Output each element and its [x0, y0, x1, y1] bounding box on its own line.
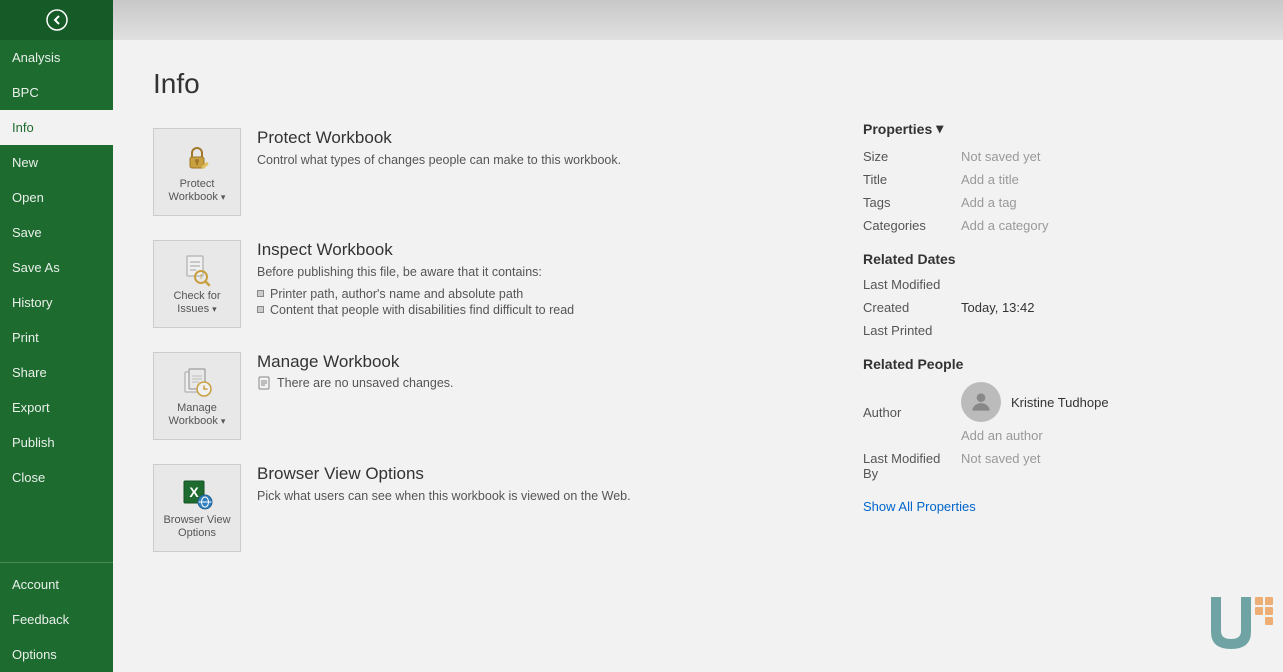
author-row: Kristine Tudhope	[961, 382, 1109, 422]
inspect-icon: !	[179, 252, 215, 288]
prop-size: Size Not saved yet	[863, 149, 1243, 164]
sidebar-item-save[interactable]: Save	[0, 215, 113, 250]
sidebar-item-publish[interactable]: Publish	[0, 425, 113, 460]
left-panel: ProtectWorkbook ▾ Protect Workbook Contr…	[153, 120, 823, 652]
related-people-header: Related People	[863, 356, 1243, 372]
bullet-1: Printer path, author's name and absolute…	[257, 286, 574, 302]
prop-last-modified-by: Last Modified By Not saved yet	[863, 451, 1243, 481]
browser-view-text: Browser View Options Pick what users can…	[257, 464, 631, 506]
sidebar-item-print[interactable]: Print	[0, 320, 113, 355]
sidebar-item-share[interactable]: Share	[0, 355, 113, 390]
prop-categories: Categories Add a category	[863, 218, 1243, 233]
inspect-workbook-card: ! Check forIssues ▾ Inspect Workbook Bef…	[153, 232, 823, 336]
protect-workbook-text: Protect Workbook Control what types of c…	[257, 128, 621, 170]
properties-dropdown-icon[interactable]: ▾	[936, 120, 943, 137]
add-author-link[interactable]: Add an author	[961, 428, 1109, 443]
manage-note: There are no unsaved changes.	[257, 376, 454, 390]
manage-icon-label: ManageWorkbook ▾	[169, 402, 226, 428]
title-field[interactable]: Add a title	[961, 172, 1019, 187]
page-title: Info	[153, 68, 1243, 100]
prop-author: Author Kristine Tudhope Add an author	[863, 382, 1243, 443]
author-name: Kristine Tudhope	[1011, 395, 1109, 410]
right-panel: Properties ▾ Size Not saved yet Title Ad…	[863, 120, 1243, 652]
manage-workbook-text: Manage Workbook There are no unsaved cha…	[257, 352, 454, 390]
browser-view-card: X Browser ViewOptions Browser View Optio…	[153, 456, 823, 560]
related-dates-header: Related Dates	[863, 251, 1243, 267]
protect-workbook-button[interactable]: ProtectWorkbook ▾	[153, 128, 241, 216]
prop-created: Created Today, 13:42	[863, 300, 1243, 315]
sidebar-item-bpc[interactable]: BPC	[0, 75, 113, 110]
inspect-bullets: Printer path, author's name and absolute…	[257, 286, 574, 318]
categories-field[interactable]: Add a category	[961, 218, 1048, 233]
bullet-2: Content that people with disabilities fi…	[257, 302, 574, 318]
show-all-properties-link[interactable]: Show All Properties	[863, 499, 976, 514]
author-avatar	[961, 382, 1001, 422]
page-header: Info	[113, 40, 1283, 120]
check-issues-button[interactable]: ! Check forIssues ▾	[153, 240, 241, 328]
sidebar-item-feedback[interactable]: Feedback	[0, 602, 113, 637]
sidebar-item-export[interactable]: Export	[0, 390, 113, 425]
svg-text:X: X	[189, 484, 199, 500]
manage-icon	[179, 364, 215, 400]
manage-workbook-card: ManageWorkbook ▾ Manage Workbook There a…	[153, 344, 823, 448]
sidebar-item-analysis[interactable]: Analysis	[0, 40, 113, 75]
content-area: ProtectWorkbook ▾ Protect Workbook Contr…	[113, 120, 1283, 672]
back-button[interactable]	[0, 0, 113, 40]
prop-tags: Tags Add a tag	[863, 195, 1243, 210]
prop-title: Title Add a title	[863, 172, 1243, 187]
document-small-icon	[257, 376, 271, 390]
tags-field[interactable]: Add a tag	[961, 195, 1017, 210]
browser-view-label: Browser ViewOptions	[163, 514, 230, 540]
browser-view-button[interactable]: X Browser ViewOptions	[153, 464, 241, 552]
protect-workbook-card: ProtectWorkbook ▾ Protect Workbook Contr…	[153, 120, 823, 224]
author-info: Kristine Tudhope Add an author	[961, 382, 1109, 443]
sidebar-item-save-as[interactable]: Save As	[0, 250, 113, 285]
protect-icon-label: ProtectWorkbook ▾	[169, 178, 226, 204]
prop-last-modified: Last Modified	[863, 277, 1243, 292]
manage-workbook-button[interactable]: ManageWorkbook ▾	[153, 352, 241, 440]
sidebar-item-info[interactable]: Info	[0, 110, 113, 145]
sidebar-item-new[interactable]: New	[0, 145, 113, 180]
inspect-workbook-text: Inspect Workbook Before publishing this …	[257, 240, 574, 318]
person-icon	[968, 389, 994, 415]
properties-header: Properties ▾	[863, 120, 1243, 137]
lock-shield-icon	[179, 140, 215, 176]
main-content: Info Prote	[113, 0, 1283, 672]
sidebar-item-account[interactable]: Account	[0, 567, 113, 602]
browser-view-icon: X	[179, 476, 215, 512]
sidebar-item-close[interactable]: Close	[0, 460, 113, 495]
sidebar-item-history[interactable]: History	[0, 285, 113, 320]
sidebar-item-options[interactable]: Options	[0, 637, 113, 672]
prop-last-printed: Last Printed	[863, 323, 1243, 338]
svg-text:!: !	[200, 274, 202, 281]
check-issues-label: Check forIssues ▾	[173, 290, 220, 316]
sidebar-item-open[interactable]: Open	[0, 180, 113, 215]
sidebar: Analysis BPC Info New Open Save Save As …	[0, 0, 113, 672]
